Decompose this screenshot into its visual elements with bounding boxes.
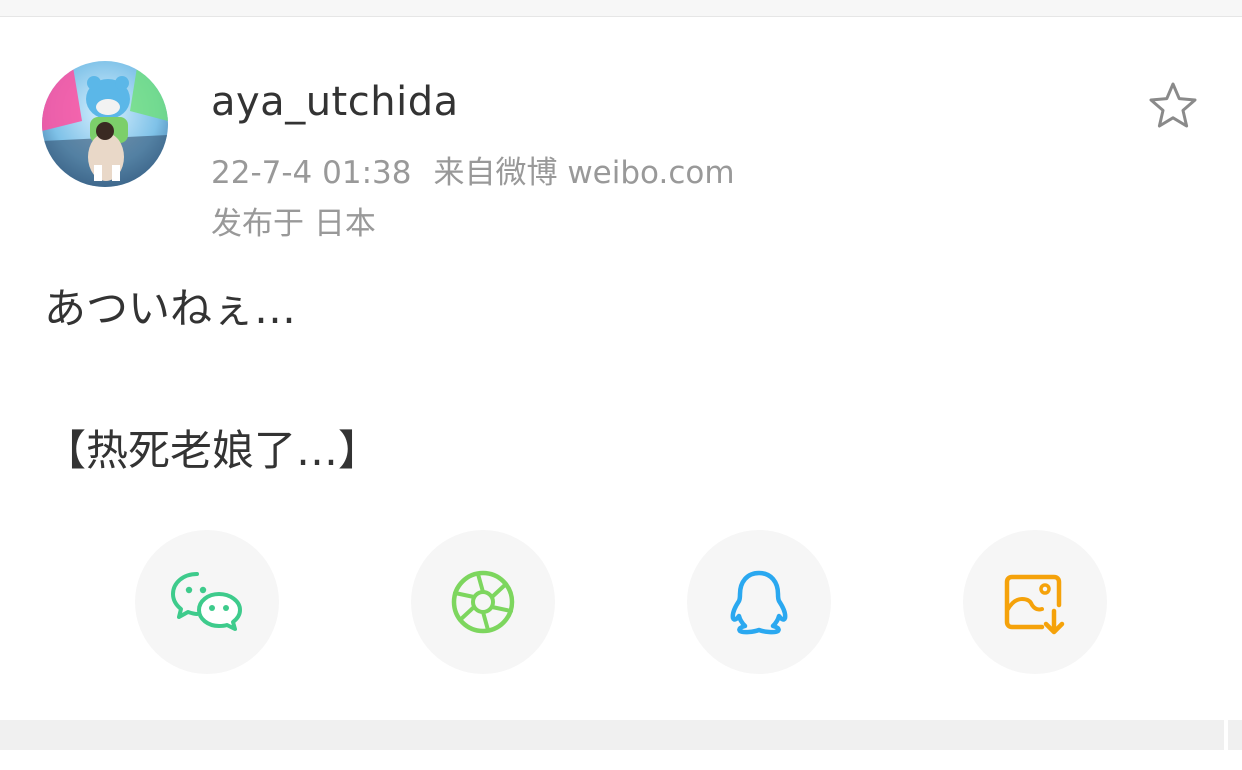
share-wechat-button[interactable] bbox=[135, 530, 279, 674]
moments-icon bbox=[451, 570, 515, 634]
post-timestamp: 22-7-4 01:38 bbox=[211, 155, 412, 191]
qq-icon bbox=[730, 570, 788, 635]
star-outline-icon[interactable] bbox=[1145, 79, 1201, 135]
post-text-line: 【热死老娘了…】 bbox=[44, 426, 381, 475]
bottom-divider-edge bbox=[1228, 720, 1242, 750]
username[interactable]: aya_utchida bbox=[211, 79, 459, 125]
top-divider bbox=[0, 0, 1242, 17]
save-image-icon bbox=[1004, 574, 1065, 635]
post-location: 发布于 日本 bbox=[211, 206, 376, 242]
bottom-area bbox=[0, 750, 1242, 770]
share-save-image-button[interactable] bbox=[963, 530, 1107, 674]
wechat-icon bbox=[171, 572, 242, 631]
post-text-line: あついねぇ… bbox=[44, 284, 297, 333]
avatar[interactable] bbox=[42, 61, 168, 187]
bottom-divider bbox=[0, 720, 1224, 750]
avatar-image bbox=[42, 61, 168, 187]
post-meta: 22-7-4 01:38 来自微博 weibo.com bbox=[211, 147, 735, 192]
post-source[interactable]: 来自微博 weibo.com bbox=[433, 155, 734, 191]
post-card: aya_utchida 22-7-4 01:38 来自微博 weibo.com 发… bbox=[0, 17, 1242, 720]
share-moments-button[interactable] bbox=[411, 530, 555, 674]
share-qq-button[interactable] bbox=[687, 530, 831, 674]
